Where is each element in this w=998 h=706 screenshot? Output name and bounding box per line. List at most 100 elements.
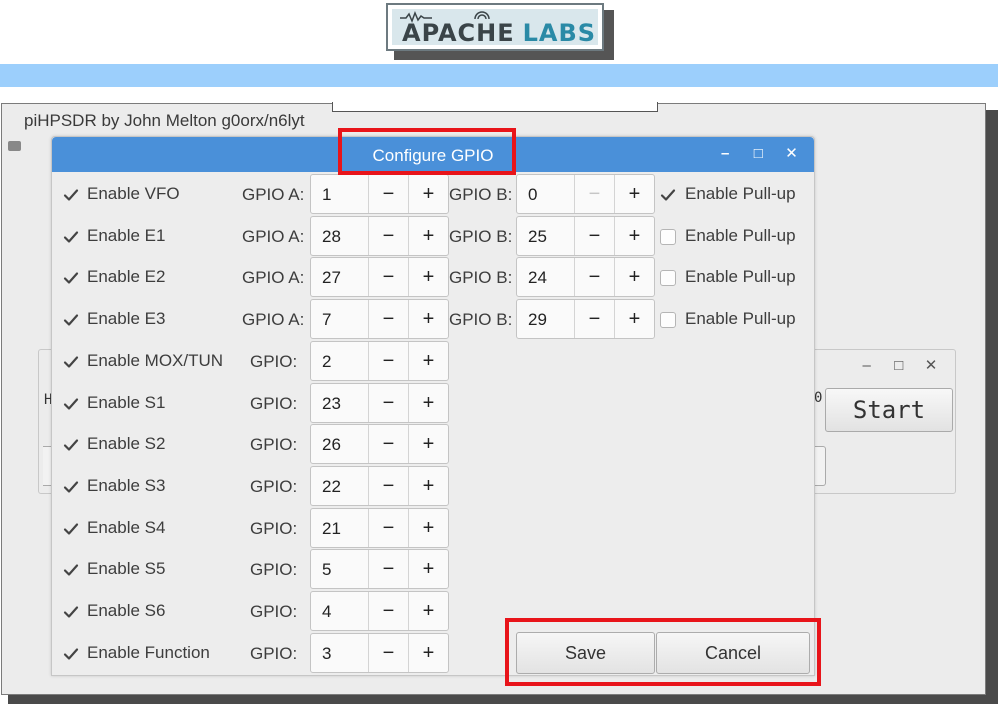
gpio-b-value[interactable]: 29 — [528, 310, 547, 330]
pullup-checkbox[interactable] — [659, 311, 677, 329]
gpio-value[interactable]: 23 — [322, 394, 341, 414]
plus-icon[interactable]: + — [408, 634, 448, 672]
plus-icon[interactable]: + — [408, 425, 448, 463]
gpio-value[interactable]: 21 — [322, 519, 341, 539]
gpio-value[interactable]: 5 — [322, 560, 331, 580]
minus-icon[interactable]: − — [368, 384, 408, 422]
plus-icon[interactable]: + — [614, 175, 654, 213]
gpio-spinbutton[interactable]: 26 − + — [310, 424, 449, 464]
gpio-a-value[interactable]: 27 — [322, 268, 341, 288]
minus-icon[interactable]: − — [368, 342, 408, 380]
plus-icon[interactable]: + — [408, 217, 448, 255]
minus-icon[interactable]: − — [368, 634, 408, 672]
enable-checkbox[interactable] — [62, 561, 80, 579]
gpio-spinbutton[interactable]: 22 − + — [310, 466, 449, 506]
minimize-icon[interactable]: – — [711, 145, 740, 162]
pullup-checkbox[interactable] — [659, 269, 677, 287]
background-button-right[interactable] — [814, 446, 826, 486]
gpio-value[interactable]: 22 — [322, 477, 341, 497]
maximize-icon[interactable]: □ — [744, 145, 773, 162]
enable-checkbox[interactable] — [62, 603, 80, 621]
close-icon[interactable]: ✕ — [777, 144, 806, 162]
gpio-a-value[interactable]: 28 — [322, 227, 341, 247]
gpio-a-spinbutton[interactable]: 27 − + — [310, 257, 449, 297]
switch-row: Enable MOX/TUN GPIO: 2 − + — [52, 341, 814, 383]
minimize-icon[interactable]: – — [853, 357, 881, 374]
gpio-a-value[interactable]: 1 — [322, 185, 331, 205]
minus-icon[interactable]: − — [368, 509, 408, 547]
close-icon[interactable]: ✕ — [917, 356, 945, 374]
gpio-spinbutton[interactable]: 5 − + — [310, 549, 449, 589]
plus-icon[interactable]: + — [408, 258, 448, 296]
gpio-b-spinbutton[interactable]: 0 − + — [516, 174, 655, 214]
plus-icon[interactable]: + — [614, 300, 654, 338]
switch-row: Enable S3 GPIO: 22 − + — [52, 466, 814, 508]
save-button[interactable]: Save — [516, 632, 655, 674]
gpio-value[interactable]: 3 — [322, 644, 331, 664]
enable-checkbox[interactable] — [62, 269, 80, 287]
gpio-a-spinbutton[interactable]: 1 − + — [310, 174, 449, 214]
enable-checkbox[interactable] — [62, 186, 80, 204]
gpio-a-spinbutton[interactable]: 28 − + — [310, 216, 449, 256]
gpio-spinbutton[interactable]: 21 − + — [310, 508, 449, 548]
window-menu-icon[interactable] — [8, 141, 21, 151]
gpio-spinbutton[interactable]: 23 − + — [310, 383, 449, 423]
minus-icon[interactable]: − — [368, 175, 408, 213]
enable-checkbox[interactable] — [62, 645, 80, 663]
text-entry-fragment[interactable] — [332, 102, 658, 112]
minus-icon[interactable]: − — [368, 425, 408, 463]
enable-checkbox[interactable] — [62, 353, 80, 371]
minus-icon[interactable]: − — [574, 258, 614, 296]
plus-icon[interactable]: + — [408, 300, 448, 338]
minus-icon[interactable]: − — [574, 300, 614, 338]
pullup-checkbox[interactable] — [659, 228, 677, 246]
plus-icon[interactable]: + — [408, 384, 448, 422]
pullup-checkbox[interactable] — [659, 186, 677, 204]
gpio-value[interactable]: 26 — [322, 435, 341, 455]
minus-icon[interactable]: − — [368, 217, 408, 255]
enable-checkbox[interactable] — [62, 478, 80, 496]
gpio-a-value[interactable]: 7 — [322, 310, 331, 330]
gpio-spinbutton[interactable]: 4 − + — [310, 591, 449, 631]
gpio-spinbutton[interactable]: 3 − + — [310, 633, 449, 673]
plus-icon[interactable]: + — [408, 175, 448, 213]
minus-icon[interactable]: − — [368, 258, 408, 296]
minus-icon[interactable]: − — [368, 467, 408, 505]
enable-checkbox[interactable] — [62, 311, 80, 329]
minus-icon[interactable]: − — [574, 217, 614, 255]
plus-icon[interactable]: + — [408, 467, 448, 505]
encoder-row: Enable E2 GPIO A: 27− + GPIO B: 24− + Enable Pu… — [52, 257, 814, 299]
maximize-icon[interactable]: □ — [885, 357, 913, 374]
minus-icon[interactable]: − — [368, 300, 408, 338]
start-button[interactable]: Start — [825, 388, 953, 432]
minus-icon[interactable]: − — [368, 550, 408, 588]
enable-checkbox[interactable] — [62, 228, 80, 246]
gpio-a-spinbutton[interactable]: 7 − + — [310, 299, 449, 339]
plus-icon[interactable]: + — [408, 592, 448, 630]
dialog-titlebar[interactable]: Configure GPIO – □ ✕ — [52, 137, 814, 172]
plus-icon[interactable]: + — [408, 550, 448, 588]
gpio-b-value[interactable]: 24 — [528, 268, 547, 288]
gpio-spinbutton[interactable]: 2 − + — [310, 341, 449, 381]
plus-icon[interactable]: + — [614, 217, 654, 255]
minus-icon[interactable]: − — [574, 175, 614, 213]
switch-row: Enable S6 GPIO: 4 − + — [52, 591, 814, 633]
gpio-value[interactable]: 2 — [322, 352, 331, 372]
enable-checkbox[interactable] — [62, 436, 80, 454]
enable-checkbox[interactable] — [62, 395, 80, 413]
plus-icon[interactable]: + — [408, 342, 448, 380]
gpio-b-value[interactable]: 0 — [528, 185, 537, 205]
gpio-b-spinbutton[interactable]: 24 − + — [516, 257, 655, 297]
gpio-b-spinbutton[interactable]: 25 − + — [516, 216, 655, 256]
gpio-b-spinbutton[interactable]: 29 − + — [516, 299, 655, 339]
cancel-button[interactable]: Cancel — [656, 632, 810, 674]
checkmark-icon — [63, 272, 79, 284]
gpio-value[interactable]: 4 — [322, 602, 331, 622]
enable-checkbox[interactable] — [62, 520, 80, 538]
gpio-b-value[interactable]: 25 — [528, 227, 547, 247]
gpio-label: GPIO: — [250, 602, 298, 621]
plus-icon[interactable]: + — [614, 258, 654, 296]
plus-icon[interactable]: + — [408, 509, 448, 547]
minus-icon[interactable]: − — [368, 592, 408, 630]
configure-gpio-dialog: Configure GPIO – □ ✕ Enable VFO GPIO A: 1 −… — [51, 136, 815, 676]
